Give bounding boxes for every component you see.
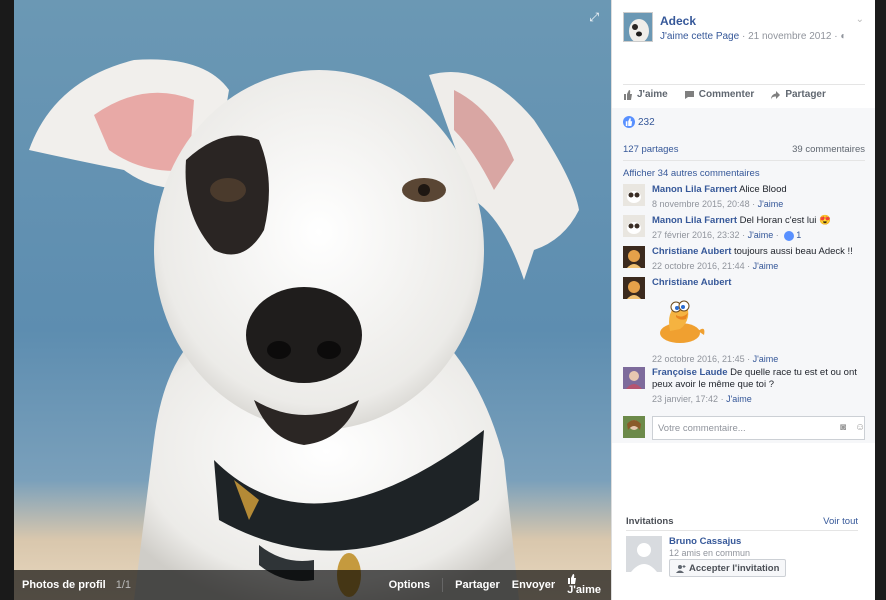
avatar[interactable] [623,215,645,237]
camera-icon[interactable]: ◙ [840,422,846,433]
comment-text: Del Horan c'est lui [739,215,817,226]
comments-count[interactable]: 39 commentaires [792,144,865,155]
post-date[interactable]: 21 novembre 2012 [748,31,831,42]
reaction-summary[interactable]: 232 [623,116,655,128]
like-badge-icon [784,230,795,241]
avatar[interactable] [626,536,662,572]
comment-author[interactable]: Françoise Laude [652,367,728,378]
comment-like-link[interactable]: J'aime [758,199,784,209]
reaction-count: 232 [638,116,655,128]
options-button[interactable]: Options [389,579,431,591]
invitations-title: Invitations [626,516,674,527]
share-arrow-icon [771,90,781,99]
comment-author[interactable]: Christiane Aubert [652,246,731,257]
page-name-link[interactable]: Adeck [660,14,696,28]
globe-icon: ◐ [840,31,847,42]
duck-sticker[interactable] [652,291,865,351]
comment-like-count[interactable]: 1 [796,230,801,240]
comment-time[interactable]: 23 janvier, 17:42 [652,394,718,404]
add-friend-icon [676,564,686,573]
side-panel: Adeck J'aime cette Page · 21 novembre 20… [611,0,876,600]
avatar[interactable] [623,277,645,299]
comment-text: toujours aussi beau Adeck !! [734,246,853,257]
invitations-header: Invitations Voir tout [626,516,858,527]
comment-time[interactable]: 22 octobre 2016, 21:44 [652,261,745,271]
send-button[interactable]: Envoyer [512,579,555,591]
comment-author[interactable]: Manon Lila Farnert [652,215,737,226]
comment-meta: 22 octobre 2016, 21:45 · J'aime [652,354,779,364]
post-stats: 127 partages 39 commentaires [623,144,865,155]
avatar[interactable] [623,416,645,438]
comment-like-link[interactable]: J'aime [753,354,779,364]
comment-meta: 8 novembre 2015, 20:48 · J'aime [652,199,784,209]
comment-like-link[interactable]: J'aime [748,230,774,240]
divider [442,578,444,592]
default-profile-icon [626,536,662,572]
photo-area[interactable]: ⤢ Photos de profil 1/1 Options Partager … [14,0,611,600]
background-page [0,0,14,600]
comment-input[interactable]: Votre commentaire... [652,416,865,440]
avatar[interactable] [623,184,645,206]
share-button[interactable]: Partager [455,579,500,591]
chevron-down-icon[interactable]: ⌄ [856,14,864,25]
thumbs-up-icon [624,89,632,100]
post-header: Adeck J'aime cette Page · 21 novembre 20… [623,12,868,46]
photo-counter: 1/1 [115,579,132,591]
like-page-link[interactable]: J'aime cette Page [660,31,739,42]
comment-button[interactable]: Commenter [684,89,754,100]
mutual-friends[interactable]: 12 amis en commun [669,548,750,558]
comment-like-link[interactable]: J'aime [753,261,779,271]
photo-action-bar: Photos de profil 1/1 Options Partager En… [14,570,611,600]
post-meta: J'aime cette Page · 21 novembre 2012 · ◐ [660,31,847,42]
emoji-icon[interactable]: ☺ [855,422,865,433]
thumbs-up-icon [568,574,577,584]
see-all-link[interactable]: Voir tout [823,516,858,527]
comment-text: Alice Blood [739,184,787,195]
heart-eyes-emoji: 😍 [819,215,831,226]
like-post-button[interactable]: J'aime [623,89,668,100]
comment-author[interactable]: Manon Lila Farnert [652,184,737,195]
fullscreen-icon[interactable]: ⤢ [589,10,599,25]
divider [623,160,865,161]
comment-time[interactable]: 27 février 2016, 23:32 [652,230,740,240]
comment-author[interactable]: Christiane Aubert [652,277,731,288]
page-avatar[interactable] [623,12,653,42]
comment-composer: Votre commentaire... ◙ ☺ [623,416,865,440]
comment-meta: 22 octobre 2016, 21:44 · J'aime [652,261,779,271]
avatar[interactable] [623,367,645,389]
divider [623,84,865,85]
invitation-name[interactable]: Bruno Cassajus [669,536,741,547]
divider [626,530,858,531]
comment-icon [684,90,694,99]
dog-photo [14,0,611,600]
comment-like-link[interactable]: J'aime [726,394,752,404]
comment-meta: 23 janvier, 17:42 · J'aime [652,394,752,404]
photo-viewer: ⤢ Photos de profil 1/1 Options Partager … [0,0,886,600]
comment-time[interactable]: 8 novembre 2015, 20:48 [652,199,750,209]
album-label[interactable]: Photos de profil [22,579,106,591]
accept-invitation-button[interactable]: Accepter l'invitation [669,559,787,577]
share-post-button[interactable]: Partager [770,89,826,100]
background-page [875,0,886,600]
like-reaction-icon [623,116,635,128]
more-comments-link[interactable]: Afficher 34 autres commentaires [623,168,760,179]
shares-link[interactable]: 127 partages [623,144,678,155]
comment-time[interactable]: 22 octobre 2016, 21:45 [652,354,745,364]
like-button[interactable]: J'aime [567,574,601,596]
comment-meta: 27 février 2016, 23:32 · J'aime · 1 [652,230,802,241]
post-actions: J'aime Commenter Partager [623,89,865,100]
avatar[interactable] [623,246,645,268]
